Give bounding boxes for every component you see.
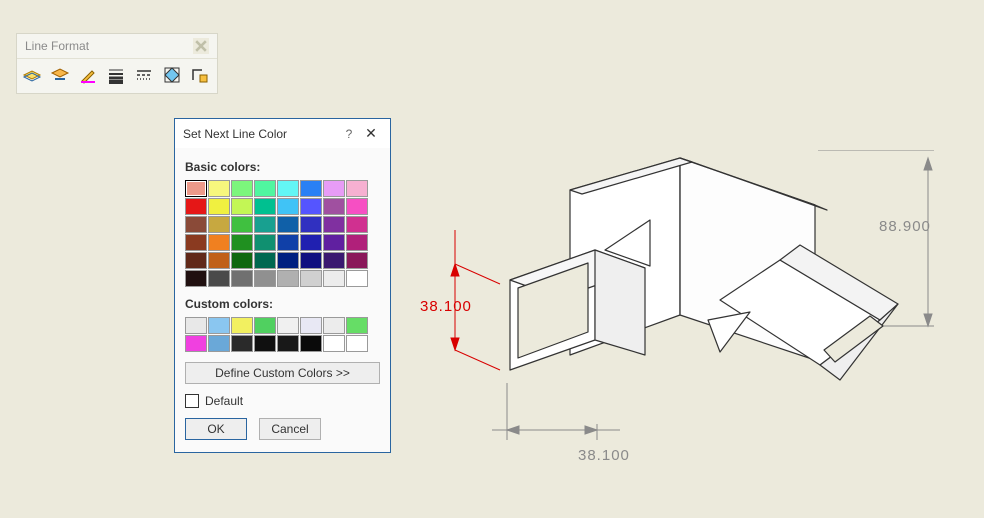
basic-color-swatch[interactable] xyxy=(346,198,368,215)
dimension-height-red: 38.100 xyxy=(420,298,472,315)
basic-color-swatch[interactable] xyxy=(208,270,230,287)
basic-color-swatch[interactable] xyxy=(185,180,207,197)
custom-color-swatch[interactable] xyxy=(231,335,253,352)
basic-color-swatch[interactable] xyxy=(254,180,276,197)
color-display-mode-button[interactable] xyxy=(159,63,185,89)
change-layer-button[interactable] xyxy=(47,63,73,89)
basic-color-swatch[interactable] xyxy=(277,270,299,287)
basic-color-swatch[interactable] xyxy=(323,198,345,215)
toolbar-titlebar[interactable]: Line Format xyxy=(17,34,217,59)
default-checkbox-label: Default xyxy=(205,394,243,408)
basic-color-swatch[interactable] xyxy=(231,198,253,215)
toolbar-title-text: Line Format xyxy=(25,39,89,53)
dialog-close-button[interactable]: ✕ xyxy=(360,125,382,142)
basic-color-swatch[interactable] xyxy=(300,270,322,287)
basic-color-swatch[interactable] xyxy=(185,252,207,269)
toolbar-buttons xyxy=(17,59,217,93)
dimension-height-right: 88.900 xyxy=(879,218,931,235)
custom-color-swatch[interactable] xyxy=(300,335,322,352)
basic-color-swatch[interactable] xyxy=(323,234,345,251)
basic-color-swatch[interactable] xyxy=(323,180,345,197)
dialog-title-text: Set Next Line Color xyxy=(183,127,287,141)
dimension-width-bottom: 38.100 xyxy=(578,447,630,464)
basic-color-swatch[interactable] xyxy=(185,234,207,251)
basic-color-swatch[interactable] xyxy=(208,198,230,215)
line-thickness-button[interactable] xyxy=(103,63,129,89)
basic-color-grid xyxy=(185,180,380,287)
custom-color-swatch[interactable] xyxy=(277,335,299,352)
custom-color-swatch[interactable] xyxy=(323,317,345,334)
custom-color-swatch[interactable] xyxy=(323,335,345,352)
basic-color-swatch[interactable] xyxy=(300,216,322,233)
ok-button[interactable]: OK xyxy=(185,418,247,440)
basic-color-swatch[interactable] xyxy=(231,270,253,287)
custom-color-swatch[interactable] xyxy=(346,335,368,352)
custom-color-swatch[interactable] xyxy=(254,317,276,334)
custom-colors-label: Custom colors: xyxy=(185,297,380,311)
basic-color-swatch[interactable] xyxy=(346,216,368,233)
custom-color-swatch[interactable] xyxy=(346,317,368,334)
custom-color-grid xyxy=(185,317,380,352)
basic-color-swatch[interactable] xyxy=(208,216,230,233)
basic-color-swatch[interactable] xyxy=(208,234,230,251)
line-style-button[interactable] xyxy=(131,63,157,89)
basic-color-swatch[interactable] xyxy=(277,198,299,215)
basic-color-swatch[interactable] xyxy=(346,234,368,251)
basic-color-swatch[interactable] xyxy=(323,216,345,233)
custom-color-swatch[interactable] xyxy=(277,317,299,334)
basic-color-swatch[interactable] xyxy=(231,252,253,269)
basic-color-swatch[interactable] xyxy=(300,234,322,251)
default-checkbox[interactable] xyxy=(185,394,199,408)
basic-color-swatch[interactable] xyxy=(346,252,368,269)
basic-color-swatch[interactable] xyxy=(254,270,276,287)
basic-color-swatch[interactable] xyxy=(277,216,299,233)
define-custom-colors-button[interactable]: Define Custom Colors >> xyxy=(185,362,380,384)
basic-color-swatch[interactable] xyxy=(323,252,345,269)
custom-color-swatch[interactable] xyxy=(231,317,253,334)
custom-color-swatch[interactable] xyxy=(185,317,207,334)
basic-color-swatch[interactable] xyxy=(231,234,253,251)
basic-color-swatch[interactable] xyxy=(254,234,276,251)
basic-color-swatch[interactable] xyxy=(277,252,299,269)
basic-color-swatch[interactable] xyxy=(208,180,230,197)
cancel-button[interactable]: Cancel xyxy=(259,418,321,440)
default-checkbox-row[interactable]: Default xyxy=(185,394,380,408)
basic-color-swatch[interactable] xyxy=(231,180,253,197)
basic-color-swatch[interactable] xyxy=(185,270,207,287)
hide-show-edge-button[interactable] xyxy=(187,63,213,89)
basic-color-swatch[interactable] xyxy=(300,252,322,269)
basic-color-swatch[interactable] xyxy=(254,198,276,215)
basic-color-swatch[interactable] xyxy=(300,198,322,215)
basic-color-swatch[interactable] xyxy=(208,252,230,269)
line-format-toolbar: Line Format xyxy=(16,33,218,94)
basic-color-swatch[interactable] xyxy=(185,198,207,215)
basic-color-swatch[interactable] xyxy=(254,216,276,233)
custom-color-swatch[interactable] xyxy=(208,317,230,334)
basic-color-swatch[interactable] xyxy=(185,216,207,233)
custom-color-swatch[interactable] xyxy=(208,335,230,352)
custom-color-swatch[interactable] xyxy=(185,335,207,352)
dialog-titlebar[interactable]: Set Next Line Color ? ✕ xyxy=(175,119,390,148)
custom-color-swatch[interactable] xyxy=(254,335,276,352)
basic-color-swatch[interactable] xyxy=(323,270,345,287)
color-dialog: Set Next Line Color ? ✕ Basic colors: Cu… xyxy=(174,118,391,453)
cad-drawing-view xyxy=(420,150,960,480)
line-color-button[interactable] xyxy=(75,63,101,89)
basic-color-swatch[interactable] xyxy=(346,180,368,197)
toolbar-close-button[interactable] xyxy=(193,38,209,54)
basic-color-swatch[interactable] xyxy=(300,180,322,197)
basic-colors-label: Basic colors: xyxy=(185,160,380,174)
layer-properties-button[interactable] xyxy=(19,63,45,89)
basic-color-swatch[interactable] xyxy=(277,234,299,251)
basic-color-swatch[interactable] xyxy=(346,270,368,287)
basic-color-swatch[interactable] xyxy=(254,252,276,269)
custom-color-swatch[interactable] xyxy=(300,317,322,334)
basic-color-swatch[interactable] xyxy=(231,216,253,233)
dialog-help-button[interactable]: ? xyxy=(338,127,360,141)
basic-color-swatch[interactable] xyxy=(277,180,299,197)
